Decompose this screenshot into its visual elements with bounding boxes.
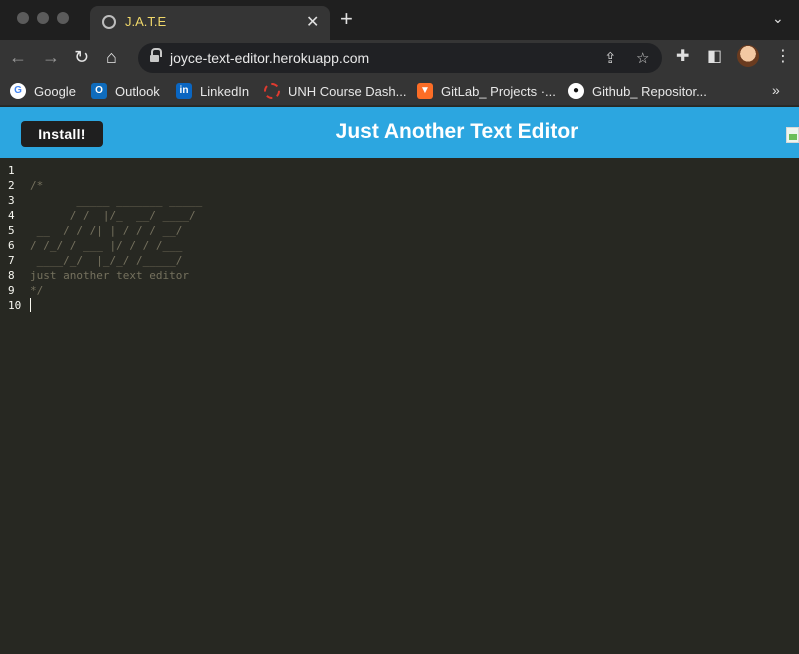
line-number: 2: [8, 179, 15, 192]
line-number: 9: [8, 284, 15, 297]
maximize-window-button[interactable]: [57, 12, 69, 24]
bookmark-label: LinkedIn: [200, 83, 250, 99]
close-tab-icon[interactable]: ✕: [306, 12, 319, 32]
side-panel-icon[interactable]: ◧: [707, 48, 722, 66]
code-line[interactable]: ____/_/ |_/_/ /_____/: [30, 253, 202, 268]
bookmark-label: Google: [34, 83, 76, 99]
more-bookmarks-icon[interactable]: »: [772, 82, 780, 98]
code-line[interactable]: _____ _______ _____: [30, 193, 202, 208]
bookmark-label: GitLab_ Projects ·...: [441, 83, 556, 99]
code-line[interactable]: / /_/ / ___ |/ / / /___: [30, 238, 202, 253]
menu-kebab-icon[interactable]: ⋮: [775, 48, 791, 66]
line-number: 10: [8, 299, 22, 312]
code-line[interactable]: __ / / /| | / / / __/: [30, 223, 202, 238]
google-icon: G: [10, 83, 26, 99]
course-icon: [264, 83, 280, 99]
bookmark-linkedin[interactable]: in LinkedIn: [176, 82, 249, 100]
github-icon: ●: [568, 83, 584, 99]
logo-image: [786, 127, 799, 143]
bookmark-label: Github_ Repositor...: [592, 83, 707, 99]
line-number: 6: [8, 239, 15, 252]
line-number: 5: [8, 224, 15, 237]
code-line[interactable]: / / |/_ __/ ____/: [30, 208, 202, 223]
forward-button[interactable]: →: [42, 47, 60, 67]
code-editor[interactable]: 1 2 3 4 5 6 7 8 9 10 /* _____ _______ __…: [0, 158, 799, 654]
bookmark-google[interactable]: G Google: [10, 82, 76, 100]
bookmark-label: Outlook: [115, 83, 160, 99]
tab-title: J.A.T.E: [125, 14, 167, 29]
new-tab-button[interactable]: +: [340, 8, 353, 30]
line-number: 1: [8, 164, 15, 177]
app-header: Install! Just Another Text Editor: [0, 107, 799, 158]
extensions-icon[interactable]: ✚: [676, 48, 689, 66]
line-number: 4: [8, 209, 15, 222]
reload-button[interactable]: ↻: [74, 47, 89, 67]
bookmark-unh-course[interactable]: UNH Course Dash...: [264, 82, 406, 100]
profile-avatar[interactable]: [737, 45, 759, 67]
linkedin-icon: in: [176, 83, 192, 99]
code-line[interactable]: */: [30, 283, 202, 298]
browser-titlebar: J.A.T.E ✕ + ⌄: [0, 0, 799, 40]
code-line[interactable]: /*: [30, 178, 202, 193]
home-button[interactable]: ⌂: [106, 47, 117, 67]
close-window-button[interactable]: [17, 12, 29, 24]
text-cursor: [30, 298, 31, 312]
outlook-icon: O: [91, 83, 107, 99]
gitlab-icon: ▼: [417, 83, 433, 99]
share-icon[interactable]: ⇪: [604, 49, 617, 67]
minimize-window-button[interactable]: [37, 12, 49, 24]
line-number-gutter: 1 2 3 4 5 6 7 8 9 10: [0, 163, 28, 313]
bookmarks-bar: G Google O Outlook in LinkedIn UNH Cours…: [0, 76, 799, 106]
bookmark-gitlab[interactable]: ▼ GitLab_ Projects ·...: [417, 82, 556, 100]
back-button[interactable]: ←: [9, 47, 27, 67]
browser-toolbar: ← → ↻ ⌂ joyce-text-editor.herokuapp.com …: [0, 40, 799, 76]
page-title: Just Another Text Editor: [335, 120, 579, 143]
active-tab[interactable]: J.A.T.E ✕: [90, 6, 330, 40]
globe-icon: [102, 15, 116, 29]
url-text[interactable]: joyce-text-editor.herokuapp.com: [170, 50, 369, 66]
line-number: 3: [8, 194, 15, 207]
bookmark-github[interactable]: ● Github_ Repositor...: [568, 82, 707, 100]
code-line[interactable]: [30, 298, 202, 313]
code-content[interactable]: /* _____ _______ _____ / / |/_ __/ ____/…: [30, 163, 202, 313]
bookmark-label: UNH Course Dash...: [288, 83, 407, 99]
line-number: 7: [8, 254, 15, 267]
address-bar[interactable]: joyce-text-editor.herokuapp.com ⇪ ☆: [138, 43, 662, 73]
lock-icon[interactable]: [150, 48, 162, 63]
code-line[interactable]: [30, 163, 202, 178]
line-number: 8: [8, 269, 15, 282]
bookmark-star-icon[interactable]: ☆: [636, 49, 649, 67]
tab-search-icon[interactable]: ⌄: [772, 10, 784, 27]
code-line[interactable]: just another text editor: [30, 268, 202, 283]
bookmark-outlook[interactable]: O Outlook: [91, 82, 160, 100]
